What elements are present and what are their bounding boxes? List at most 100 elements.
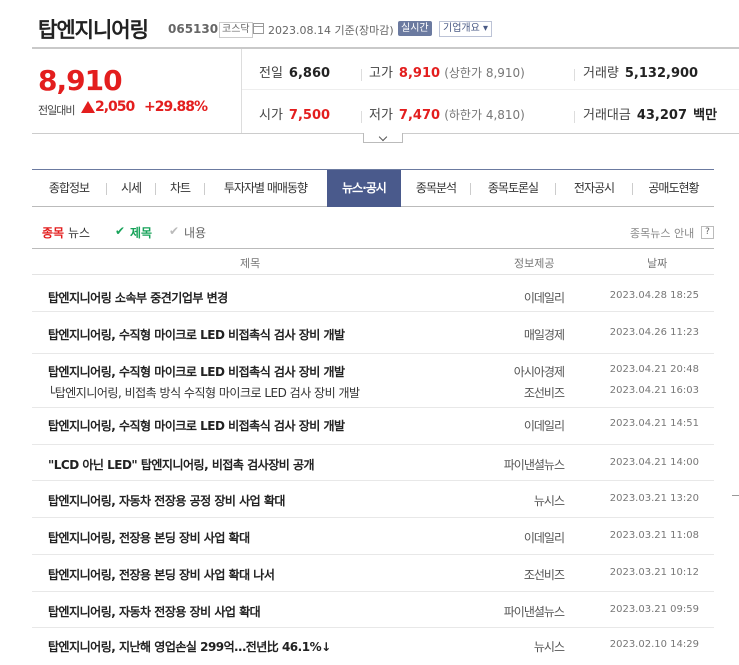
news-date: 2023.03.21 11:08	[609, 530, 699, 541]
news-provider: 이데일리	[523, 419, 565, 433]
expand-quote-toggle[interactable]	[363, 132, 403, 143]
related-news-link[interactable]: └탑엔지니어링, 비접촉 방식 수직형 마이크로 LED 검사 장비 개발	[48, 384, 360, 401]
news-date: 2023.04.26 11:23	[609, 327, 699, 338]
news-provider: 매일경제	[523, 328, 565, 342]
news-title-link[interactable]: 탑엔지니어링, 자동차 전장용 장비 사업 확대	[48, 603, 261, 620]
quote-date: 2023.08.14 기준(장마감)	[268, 24, 394, 37]
quote-row-divider	[242, 89, 739, 90]
scroll-marker	[732, 495, 739, 496]
stock-tabs: 종합정보 시세 차트 투자자별 매매동향 뉴스·공시 종목분석 종목토론실 전자…	[32, 169, 714, 207]
lower-limit-value: 4,810)	[485, 108, 525, 122]
tab-investor-trading[interactable]: 투자자별 매매동향	[205, 170, 326, 207]
table-row: 탑엔지니어링, 수직형 마이크로 LED 비접촉식 검사 장비 개발 매일경제 …	[32, 312, 714, 354]
table-row: "LCD 아닌 LED" 탑엔지니어링, 비접촉 검사장비 공개 파이낸셜뉴스 …	[32, 445, 714, 481]
news-list: 탑엔지니어링 소속부 중견기업부 변경 이데일리 2023.04.28 18:2…	[32, 275, 714, 664]
market-badge: 코스닥	[219, 22, 253, 38]
news-table-header: 제목 정보제공 날짜	[32, 248, 714, 275]
news-title-link[interactable]: "LCD 아닌 LED" 탑엔지니어링, 비접촉 검사장비 공개	[48, 456, 315, 473]
news-title-link[interactable]: 탑엔지니어링, 전장용 본딩 장비 사업 확대 나서	[48, 566, 275, 583]
news-title-link[interactable]: 탑엔지니어링, 전장용 본딩 장비 사업 확대	[48, 529, 250, 546]
cell-divider	[361, 111, 362, 123]
news-date: 2023.04.21 20:48	[609, 364, 699, 375]
news-section-label-accent: 종목	[42, 226, 65, 240]
tab-overview[interactable]: 종합정보	[32, 170, 106, 207]
cell-divider	[574, 69, 575, 81]
high-price: 고가 8,910 (상한가 8,910)	[369, 62, 525, 81]
cell-divider	[574, 111, 575, 123]
news-title-link[interactable]: 탑엔지니어링, 자동차 전장용 공정 장비 사업 확대	[48, 492, 285, 509]
news-title-link[interactable]: 탑엔지니어링, 수직형 마이크로 LED 비접촉식 검사 장비 개발	[48, 326, 345, 343]
news-date: 2023.03.21 09:59	[609, 604, 699, 615]
news-filters: 종목 뉴스 ✔ 제목 ✔ 내용 종목뉴스 안내 ?	[42, 224, 714, 242]
low-label: 저가	[369, 108, 393, 123]
filter-title-option[interactable]: 제목	[130, 224, 152, 241]
news-date: 2023.04.28 18:25	[609, 290, 699, 301]
volume-value: 5,132,900	[624, 66, 699, 81]
news-title-link[interactable]: 탑엔지니어링, 수직형 마이크로 LED 비접촉식 검사 장비 개발	[48, 417, 345, 434]
table-row: 탑엔지니어링, 자동차 전장용 공정 장비 사업 확대 뉴시스 2023.03.…	[32, 481, 714, 518]
tab-short-selling[interactable]: 공매도현황	[633, 170, 714, 207]
table-row: 탑엔지니어링, 수직형 마이크로 LED 비접촉식 검사 장비 개발 아시아경제…	[32, 354, 714, 408]
amount-value: 43,207	[636, 108, 688, 123]
check-icon[interactable]: ✔	[169, 224, 179, 238]
quote-divider	[241, 49, 242, 133]
high-label: 고가	[369, 66, 393, 81]
company-name: 탑엔지니어링	[38, 18, 149, 42]
help-icon[interactable]: ?	[701, 226, 714, 239]
tab-news-disclosure[interactable]: 뉴스·공시	[327, 170, 401, 207]
up-arrow-icon	[81, 101, 95, 113]
stock-code: 065130	[168, 22, 219, 36]
lower-limit: (하한가 4,810)	[444, 108, 525, 122]
filter-content-option[interactable]: 내용	[184, 224, 206, 241]
table-row: 탑엔지니어링, 전장용 본딩 장비 사업 확대 이데일리 2023.03.21 …	[32, 518, 714, 555]
trade-amount: 거래대금 43,207 백만	[583, 104, 717, 123]
realtime-button[interactable]: 실시간	[398, 21, 432, 36]
chevron-down-icon: ▾	[483, 23, 489, 34]
table-row: 탑엔지니어링, 자동차 전장용 장비 사업 확대 파이낸셜뉴스 2023.03.…	[32, 592, 714, 628]
news-date: 2023.04.21 16:03	[609, 385, 699, 396]
calendar-icon	[253, 23, 264, 34]
tab-analysis[interactable]: 종목분석	[402, 170, 470, 207]
cell-divider	[361, 69, 362, 81]
tab-discussion[interactable]: 종목토론실	[471, 170, 555, 207]
news-provider: 아시아경제	[513, 365, 565, 379]
news-provider: 파이낸셜뉴스	[503, 458, 565, 472]
amount-label: 거래대금	[583, 108, 631, 123]
column-title: 제목	[240, 257, 261, 270]
news-provider: 파이낸셜뉴스	[503, 605, 565, 619]
tab-chart[interactable]: 차트	[156, 170, 204, 207]
company-overview-dropdown[interactable]: 기업개요 ▾	[439, 21, 493, 37]
check-icon[interactable]: ✔	[115, 224, 125, 238]
price-change-pct: +29.88%	[144, 99, 208, 115]
news-guide-link[interactable]: 종목뉴스 안내	[630, 225, 694, 241]
low-price: 저가 7,470 (하한가 4,810)	[369, 104, 525, 123]
tab-disclosure[interactable]: 전자공시	[556, 170, 632, 207]
table-row: 탑엔지니어링, 지난해 영업손실 299억…전년比 46.1%↓ 뉴시스 202…	[32, 628, 714, 664]
volume-label: 거래량	[583, 66, 619, 81]
quote-box: 8,910 전일대비 2,050 +29.88% 전일 6,860 고가 8,910…	[32, 49, 739, 134]
column-date: 날짜	[647, 257, 668, 270]
news-provider: 이데일리	[523, 291, 565, 305]
column-provider: 정보제공	[514, 257, 555, 270]
table-row: 탑엔지니어링 소속부 중견기업부 변경 이데일리 2023.04.28 18:2…	[32, 275, 714, 312]
chevron-down-icon	[378, 132, 388, 142]
prev-close-label: 전일	[259, 66, 283, 81]
change-label: 전일대비	[38, 104, 75, 117]
news-provider: 조선비즈	[523, 386, 565, 400]
prev-close: 전일 6,860	[259, 62, 330, 81]
news-title-link[interactable]: 탑엔지니어링, 수직형 마이크로 LED 비접촉식 검사 장비 개발	[48, 363, 345, 380]
volume: 거래량 5,132,900	[583, 62, 698, 81]
upper-limit-value: 8,910)	[485, 66, 525, 80]
news-section-label: 뉴스	[68, 226, 91, 240]
upper-limit-label: (상한가	[444, 66, 482, 80]
news-provider: 뉴시스	[533, 640, 565, 654]
current-price: 8,910	[38, 64, 123, 97]
news-date: 2023.02.10 14:29	[609, 639, 699, 650]
news-title-link[interactable]: 탑엔지니어링 소속부 중견기업부 변경	[48, 289, 228, 306]
news-title-link[interactable]: 탑엔지니어링, 지난해 영업손실 299억…전년比 46.1%↓	[48, 638, 331, 655]
tab-price[interactable]: 시세	[107, 170, 155, 207]
open-value: 7,500	[288, 108, 331, 123]
stock-header: 탑엔지니어링 065130 코스닥 2023.08.14 기준(장마감) 실시간…	[0, 0, 739, 48]
news-provider: 이데일리	[523, 531, 565, 545]
upper-limit: (상한가 8,910)	[444, 66, 525, 80]
